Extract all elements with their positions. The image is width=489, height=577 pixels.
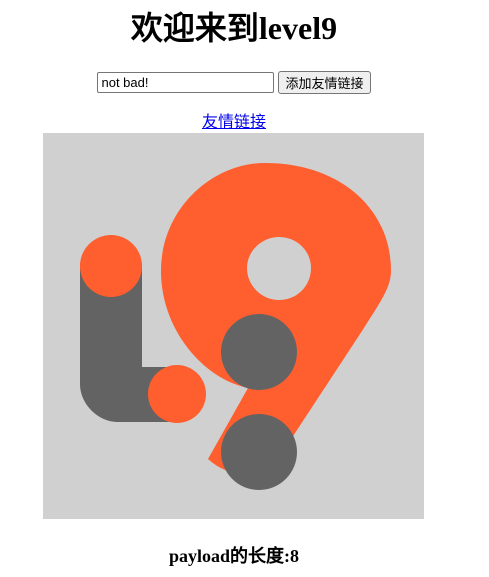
page-title: 欢迎来到level9	[130, 10, 338, 46]
logo-l-top-dot	[80, 235, 142, 297]
payload-length-text: payload的长度:8	[168, 546, 300, 566]
logo-bottom-gray-dot	[221, 414, 297, 490]
add-friend-link-button[interactable]: 添加友情链接	[278, 71, 371, 94]
friend-link-container: 友情链接	[0, 113, 468, 133]
friend-link[interactable]: 友情链接	[202, 114, 266, 131]
level9-logo-image	[43, 133, 424, 519]
level9-logo-icon	[43, 133, 424, 519]
logo-middle-gray-dot	[221, 314, 297, 390]
logo-l-bottom-dot	[148, 365, 206, 423]
keyword-input[interactable]	[97, 72, 275, 93]
add-link-form: 添加友情链接	[0, 71, 468, 94]
